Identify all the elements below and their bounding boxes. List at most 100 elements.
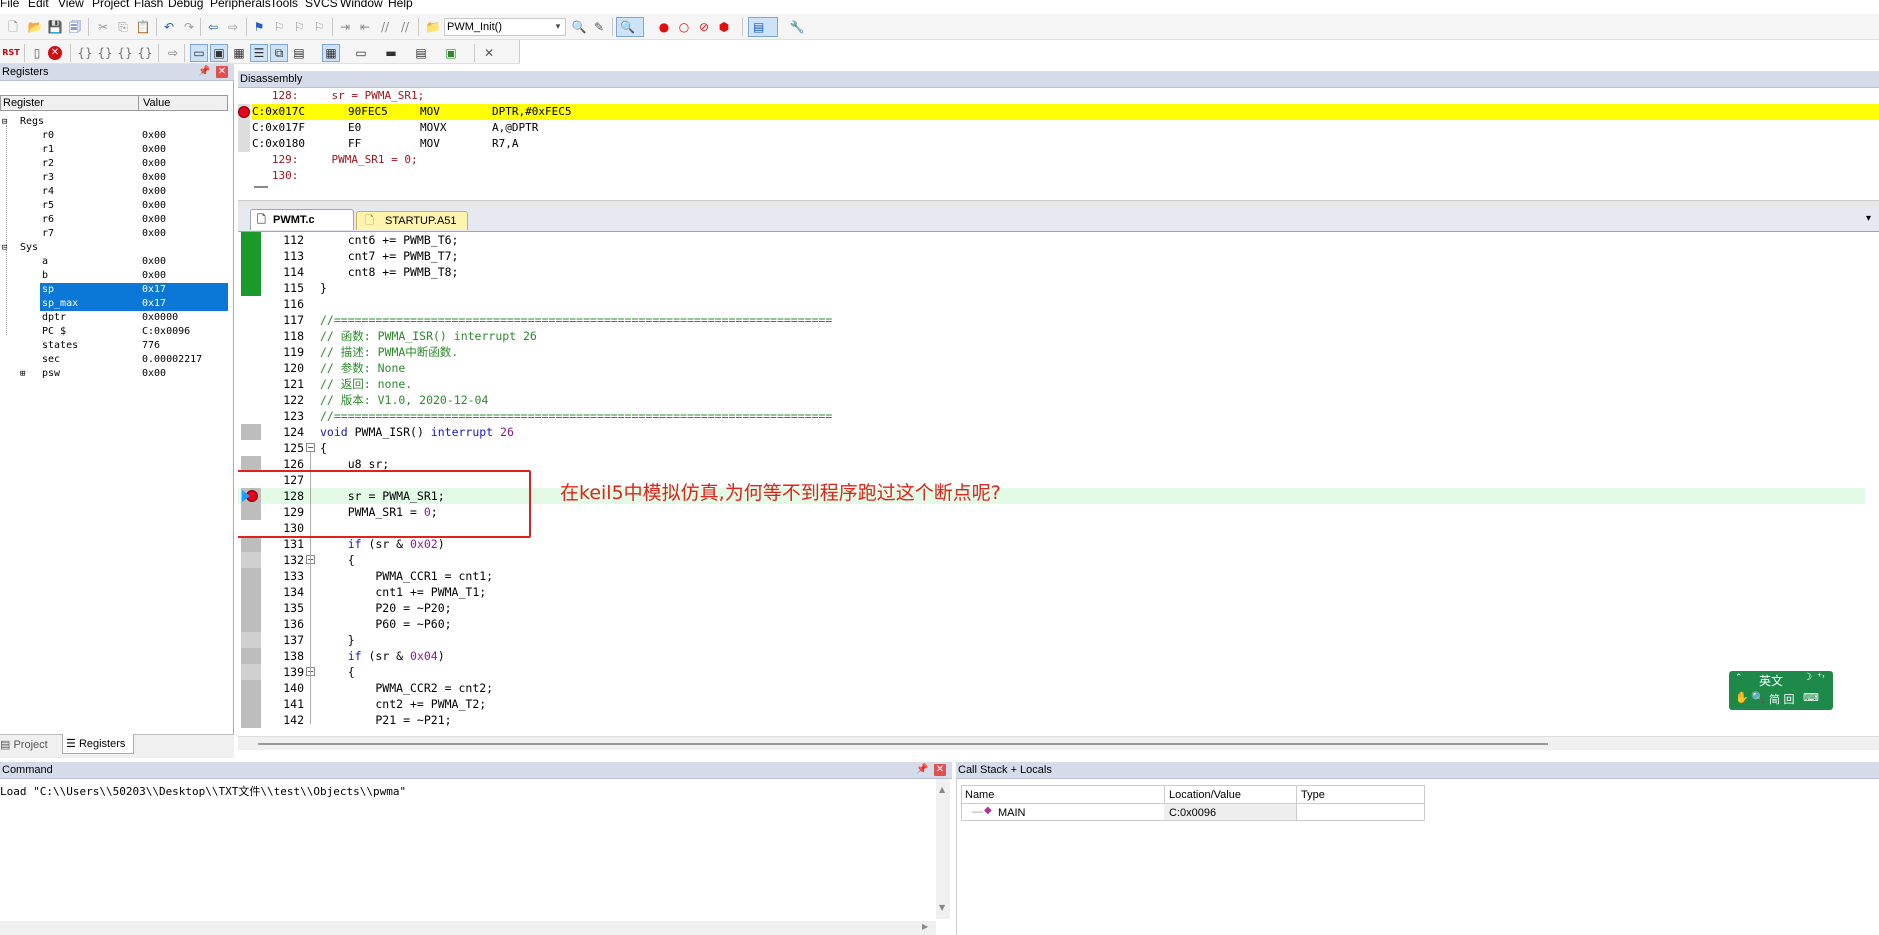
undo-icon[interactable]: ↶ [160,18,178,36]
serial-window-icon[interactable]: ▭ [352,44,370,62]
code-line[interactable]: 131 if (sr & 0x02) [238,536,1865,552]
tab-project[interactable]: ▤ Project [0,735,60,755]
configure-icon[interactable]: 🔧 [788,18,806,36]
close-icon[interactable]: ✕ [216,66,228,78]
register-row[interactable]: sp_max 0x17 [40,297,228,311]
menu-tools[interactable]: Tools [270,0,298,10]
code-line[interactable]: 142 P21 = ~P21; [238,712,1865,728]
tab-registers[interactable]: ☰ Registers [62,734,134,754]
copy-icon[interactable]: ⎘ [114,18,132,36]
find-replace-icon[interactable]: ✎ [590,18,608,36]
register-row[interactable]: b 0x00 [0,269,228,283]
menu-window[interactable]: Window [340,0,383,10]
comment-icon[interactable]: // [376,18,394,36]
breakpoint-icon[interactable] [238,106,250,118]
watch-window-icon[interactable]: ▤ [290,44,308,62]
close-icon[interactable]: ✕ [934,764,946,776]
register-row[interactable]: sec 0.00002217 [0,353,228,367]
code-line[interactable]: 137 } [238,632,1865,648]
fold-icon[interactable]: − [306,443,315,452]
command-pane[interactable]: Load "C:\\Users\\50203\\Desktop\\TXT文件\\… [0,779,952,935]
menu-flash[interactable]: Flash [134,0,163,10]
register-row[interactable]: ⊞ psw 0x00 [0,367,228,381]
cut-icon[interactable]: ✂ [94,18,112,36]
expand-icon[interactable]: ⊞ [20,367,25,381]
save-icon[interactable]: 💾 [46,18,64,36]
ime-widget[interactable]: ⌃ 英文 ☽ ⁺˒ ✋ 🔍 简 回 ⌨ [1729,671,1833,710]
system-viewer-icon[interactable]: ▣ [442,44,460,62]
code-line[interactable]: 135 P20 = ~P20; [238,600,1865,616]
debug-session-button[interactable]: 🔍 [616,17,644,37]
memory-window-icon[interactable]: ▦ [322,44,340,62]
pin-icon[interactable]: 📌 [916,764,928,776]
trace-window-icon[interactable]: ▤ [412,44,430,62]
register-group[interactable]: ⊟ Sys [0,241,228,255]
register-row[interactable]: states 776 [0,339,228,353]
disassembly-line[interactable]: 128: sr = PWMA_SR1; [252,88,1879,104]
scroll-right-icon[interactable]: ▶ [922,922,928,931]
redo-icon[interactable]: ↷ [180,18,198,36]
menu-help[interactable]: Help [388,0,413,10]
chevron-down-icon[interactable]: ▾ [552,19,564,35]
disassembly-line[interactable]: C:0x017F E0 MOVX A,@DPTR [252,120,1879,136]
code-line[interactable]: 138 if (sr & 0x04) [238,648,1865,664]
open-file-icon[interactable]: 📂 [26,18,44,36]
scroll-up-icon[interactable]: ▲ [939,785,945,794]
register-row[interactable]: PC $ C:0x0096 [0,325,228,339]
toolbox-icon[interactable]: ✕ [480,44,498,62]
insert-breakpoint-icon[interactable]: ● [655,18,673,36]
register-row[interactable]: r7 0x00 [0,227,228,241]
register-row[interactable]: dptr 0x0000 [0,311,228,325]
menu-file[interactable]: File [0,0,19,10]
register-group[interactable]: ⊟ Regs [0,115,228,129]
clear-bookmarks-icon[interactable]: ⚐ [310,18,328,36]
pin-icon[interactable]: 📌 [198,66,210,78]
menu-svcs[interactable]: SVCS [305,0,338,10]
register-row[interactable]: r0 0x00 [0,129,228,143]
register-row[interactable]: sp 0x17 [40,283,228,297]
code-line[interactable]: 117 //===================================… [238,312,1865,328]
nav-forward-icon[interactable]: ⇨ [224,18,242,36]
code-line[interactable]: 115} [238,280,1865,296]
code-editor[interactable]: 112 cnt6 += PWMB_T6; 113 cnt7 += PWMB_T7;… [238,232,1879,736]
code-line[interactable]: 112 cnt6 += PWMB_T6; [238,232,1865,248]
tab-pwmt-c[interactable]: 🗋 PWMT.c [250,209,354,230]
symbols-window-icon[interactable]: ▦ [230,44,248,62]
kill-breakpoints-icon[interactable]: ⬢ [715,18,733,36]
bookmark-icon[interactable]: ⚑ [250,18,268,36]
show-next-statement-icon[interactable]: ⇨ [164,44,182,62]
uncomment-icon[interactable]: // [396,18,414,36]
disable-breakpoints-icon[interactable]: ⊘ [695,18,713,36]
disassembly-line[interactable]: 130: [252,168,1879,184]
disassembly-window-icon[interactable]: ▣ [210,44,228,62]
stop-icon[interactable]: ✕ [48,46,62,60]
code-line[interactable]: 141 cnt2 += PWMA_T2; [238,696,1865,712]
register-row[interactable]: r5 0x00 [0,199,228,213]
run-icon[interactable]: ▯ [28,44,46,62]
menu-peripherals[interactable]: Peripherals [210,0,271,10]
code-line[interactable]: 123 //===================================… [238,408,1865,424]
code-line[interactable]: 125 { [238,440,1865,456]
save-all-icon[interactable]: 🗐 [66,18,84,36]
register-row[interactable]: a 0x00 [0,255,228,269]
code-line[interactable]: 136 P60 = ~P60; [238,616,1865,632]
register-row[interactable]: r2 0x00 [0,157,228,171]
editor-hscroll[interactable] [238,736,1879,750]
register-row[interactable]: r6 0x00 [0,213,228,227]
command-window-icon[interactable]: ▭ [190,44,208,62]
step-over-icon[interactable]: {} [96,44,114,62]
code-line[interactable]: 132 { [238,552,1865,568]
code-line[interactable]: 114 cnt8 += PWMB_T8; [238,264,1865,280]
menu-view[interactable]: View [58,0,84,10]
new-file-icon[interactable]: 🗋 [4,18,22,36]
code-line[interactable]: 133 PWMA_CCR1 = cnt1; [238,568,1865,584]
code-line[interactable]: 116 [238,296,1865,312]
command-hscroll[interactable]: ▶ [0,921,936,935]
prev-bookmark-icon[interactable]: ⚐ [270,18,288,36]
run-to-cursor-icon[interactable]: {} [136,44,154,62]
tab-startup-a51[interactable]: 🗋 STARTUP.A51 [356,211,468,230]
analysis-window-icon[interactable]: ▬ [382,44,400,62]
code-line[interactable]: 122 // 版本: V1.0, 2020-12-04 [238,392,1865,408]
disassembly-line[interactable]: C:0x017C 90FEC5 MOV DPTR,#0xFEC5 [252,104,1879,120]
step-out-icon[interactable]: {} [116,44,134,62]
